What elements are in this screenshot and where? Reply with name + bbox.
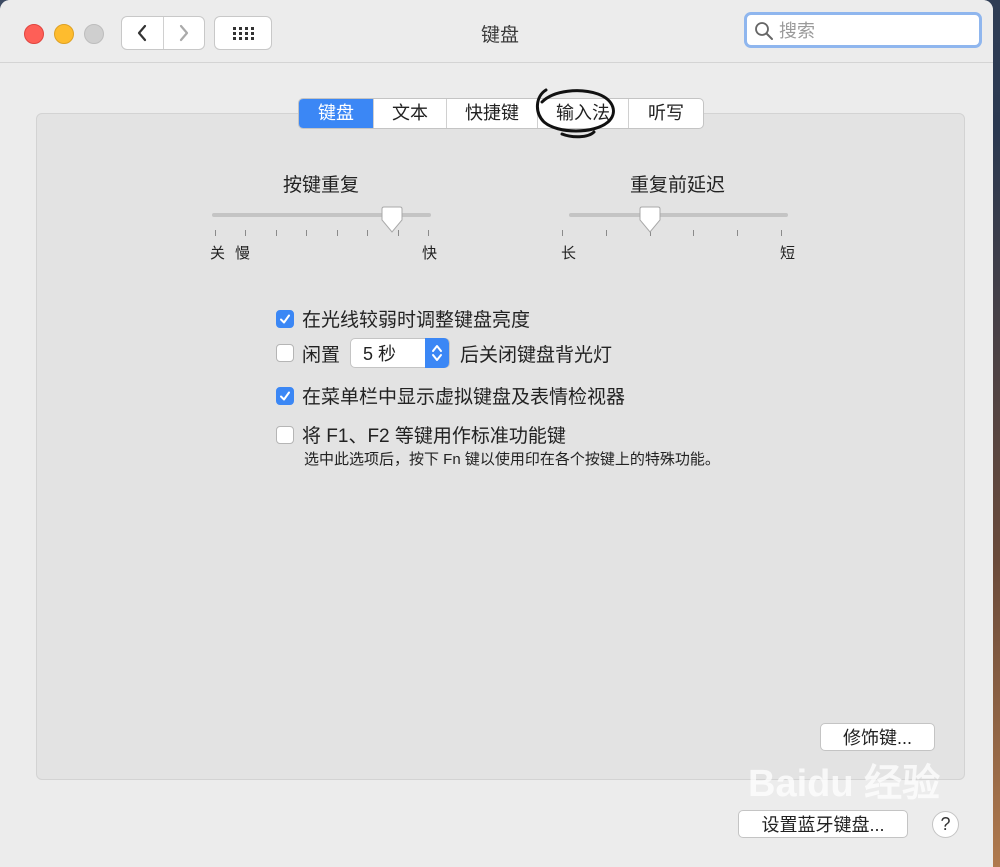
tab-keyboard[interactable]: 键盘	[299, 99, 374, 128]
key-repeat-tick	[245, 230, 246, 236]
help-button[interactable]: ?	[932, 811, 959, 838]
show-viewer-label: 在菜单栏中显示虚拟键盘及表情检视器	[302, 387, 626, 408]
key-repeat-tick	[367, 230, 368, 236]
idle-time-popup[interactable]: 5 秒	[350, 338, 451, 368]
show-viewer-checkbox[interactable]	[276, 386, 294, 405]
delay-until-repeat-tick	[562, 230, 563, 236]
backlight-off-label-after: 后关闭键盘背光灯	[460, 344, 613, 366]
key-repeat-tick	[276, 230, 277, 236]
tab-dictation[interactable]: 听写	[629, 99, 703, 128]
delay-until-repeat-knob[interactable]	[638, 206, 662, 239]
modifier-keys-button[interactable]: 修饰键...	[820, 723, 935, 751]
setup-bluetooth-keyboard-button[interactable]: 设置蓝牙键盘...	[738, 810, 908, 838]
titlebar: 键盘	[0, 0, 993, 63]
fn-keys-label: 将 F1、F2 等键用作标准功能键	[302, 426, 566, 447]
delay-until-repeat-track	[569, 213, 788, 217]
key-repeat-tick	[306, 230, 307, 236]
delay-until-repeat-tick	[737, 230, 738, 236]
key-repeat-tick	[215, 230, 216, 236]
key-repeat-off-label: 关	[210, 245, 226, 262]
show-viewer-option[interactable]: 在菜单栏中显示虚拟键盘及表情检视器	[276, 382, 625, 409]
delay-until-repeat-title: 重复前延迟	[630, 175, 726, 196]
backlight-off-checkbox[interactable]	[276, 344, 294, 362]
tab-shortcuts[interactable]: 快捷键	[447, 99, 538, 128]
adjust-brightness-label: 在光线较弱时调整键盘亮度	[302, 310, 531, 331]
key-repeat-tick	[428, 230, 429, 236]
idle-time-value: 5 秒	[363, 344, 397, 364]
fn-keys-checkbox[interactable]	[276, 425, 294, 444]
adjust-brightness-checkbox[interactable]	[276, 309, 294, 328]
delay-long-label: 长	[561, 245, 577, 262]
key-repeat-fast-label: 快	[422, 245, 438, 262]
keyboard-preferences-window: 键盘 键盘 文本 快捷键 输入法 听写 按键重复 关 慢 快 重复前延迟 长 短	[0, 0, 993, 867]
backlight-off-option[interactable]: 闲置 5 秒 后关闭键盘背光灯	[276, 338, 612, 368]
fn-keys-help-text: 选中此选项后，按下 Fn 键以使用印在各个按键上的特殊功能。	[304, 451, 720, 468]
delay-until-repeat-tick	[781, 230, 782, 236]
checkmark-icon	[280, 314, 290, 323]
key-repeat-title: 按键重复	[283, 175, 360, 196]
checkmark-icon	[280, 391, 290, 400]
delay-until-repeat-tick	[606, 230, 607, 236]
key-repeat-tick	[337, 230, 338, 236]
popup-arrows-icon	[425, 338, 450, 368]
adjust-brightness-option[interactable]: 在光线较弱时调整键盘亮度	[276, 305, 530, 332]
tab-text[interactable]: 文本	[374, 99, 447, 128]
search-field[interactable]	[744, 12, 982, 48]
search-icon	[755, 22, 773, 40]
delay-short-label: 短	[780, 245, 796, 262]
delay-until-repeat-tick	[693, 230, 694, 236]
backlight-off-label-before: 闲置	[302, 344, 341, 366]
search-input[interactable]	[777, 19, 971, 43]
key-repeat-slow-label: 慢	[235, 245, 251, 262]
fn-keys-option[interactable]: 将 F1、F2 等键用作标准功能键	[276, 421, 566, 448]
key-repeat-knob[interactable]	[380, 206, 404, 239]
baidu-watermark: Baidu 经验	[748, 763, 941, 805]
tab-bar: 键盘 文本 快捷键 输入法 听写	[298, 98, 704, 129]
annotation-circle-icon	[536, 88, 615, 139]
